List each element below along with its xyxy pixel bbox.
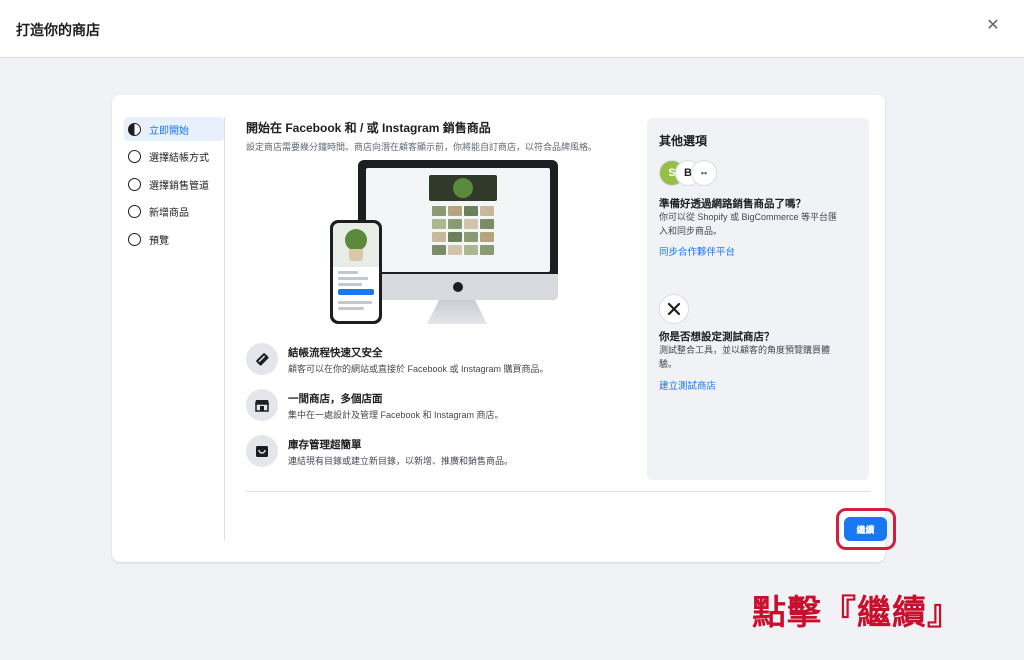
instruction-annotation: 點擊『繼續』 (752, 593, 962, 633)
storefront-icon (246, 389, 278, 421)
step-get-started[interactable]: 立即開始 (124, 117, 224, 141)
top-bar: 打造你的商店 ✕ (0, 0, 1024, 58)
test-shop-title: 你是否想設定測試商店？ (659, 331, 775, 343)
feature-storefronts: 一間商店，多個店面 集中在一處設計及管理 Facebook 和 Instagra… (246, 389, 638, 425)
feature-title: 庫存管理超簡單 (288, 439, 362, 451)
feature-checkout: 結帳流程快速又安全 顧客可以在你的網站或直接於 Facebook 或 Insta… (246, 343, 638, 379)
other-options-panel: 其他選項 S B •• 準備好透過網路銷售商品了嗎？ 你可以從 Shopify … (647, 118, 869, 480)
create-test-shop-link[interactable]: 建立測試商店 (659, 378, 716, 392)
empty-circle-icon (128, 205, 141, 218)
other-options-title: 其他選項 (659, 134, 708, 148)
inventory-icon (246, 435, 278, 467)
apple-logo-icon (453, 282, 463, 292)
feature-title: 一間商店，多個店面 (288, 393, 383, 405)
empty-circle-icon (128, 232, 141, 246)
main-intro: 開始在 Facebook 和 / 或 Instagram 銷售商品 設定商店需要… (246, 119, 638, 153)
step-label: 新增商品 (149, 208, 189, 219)
feature-title: 結帳流程快速又安全 (288, 347, 383, 359)
monitor-illustration (358, 160, 558, 300)
partner-title: 準備好透過網路銷售商品了嗎？ (659, 198, 806, 210)
footer-divider (246, 491, 870, 492)
partner-logos: S B •• (659, 160, 719, 188)
shop-illustration (330, 160, 560, 328)
credit-card-icon (246, 343, 278, 375)
empty-circle-icon (128, 150, 141, 163)
step-add-products[interactable]: 新增商品 (124, 200, 224, 224)
sync-partner-link[interactable]: 同步合作夥伴平台 (659, 244, 735, 258)
main-subtitle: 設定商店需要幾分鐘時間。商店向潛在顧客顯示前，你將能自訂商店，以符合品牌風格。 (246, 142, 598, 152)
dialog-title: 打造你的商店 (16, 22, 100, 38)
partner-desc: 你可以從 Shopify 或 BigCommerce 等平台匯入和同步商品。 (659, 212, 838, 236)
close-icon[interactable]: ✕ (984, 17, 1002, 35)
step-label: 預覽 (149, 235, 169, 247)
feature-inventory: 庫存管理超簡單 連結現有目錄或建立新目錄，以新增、推廣和銷售商品。 (246, 435, 638, 471)
more-partners-icon: •• (691, 160, 717, 186)
phone-illustration (330, 220, 382, 324)
vertical-divider (224, 117, 225, 540)
test-shop-desc: 測試整合工具，並以顧客的角度預覽購買體驗。 (659, 345, 831, 369)
step-list: 立即開始 選擇結帳方式 選擇銷售管道 新增商品 預覽 (124, 117, 224, 255)
step-label: 立即開始 (149, 125, 189, 137)
step-channels[interactable]: 選擇銷售管道 (124, 172, 224, 196)
step-preview[interactable]: 預覽 (124, 227, 224, 251)
half-circle-icon (128, 122, 141, 136)
setup-card: 立即開始 選擇結帳方式 選擇銷售管道 新增商品 預覽 開始在 Facebook … (112, 95, 885, 562)
continue-button[interactable]: 繼續 (844, 517, 887, 541)
empty-circle-icon (128, 177, 141, 191)
feature-desc: 集中在一處設計及管理 Facebook 和 Instagram 商店。 (288, 410, 504, 420)
feature-desc: 顧客可以在你的網站或直接於 Facebook 或 Instagram 購買商品。 (288, 364, 549, 374)
main-title: 開始在 Facebook 和 / 或 Instagram 銷售商品 (246, 121, 491, 135)
feature-desc: 連結現有目錄或建立新目錄，以新增、推廣和銷售商品。 (288, 456, 514, 466)
step-label: 選擇結帳方式 (149, 153, 209, 164)
tools-icon (659, 294, 689, 324)
step-label: 選擇銷售管道 (149, 180, 209, 192)
step-checkout[interactable]: 選擇結帳方式 (124, 145, 224, 169)
monitor-stand (427, 300, 487, 324)
